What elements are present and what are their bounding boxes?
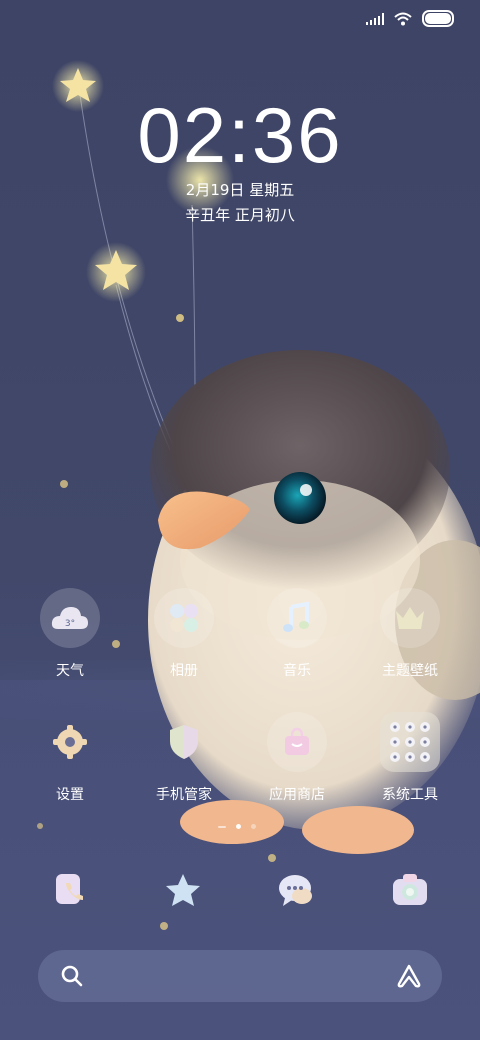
clock: 02:36 xyxy=(0,90,480,181)
page-dot-list[interactable] xyxy=(218,825,226,828)
gallery-icon xyxy=(154,588,214,648)
app-phone-manager[interactable]: 手机管家 xyxy=(129,712,239,804)
battery-icon xyxy=(422,10,454,27)
status-bar xyxy=(366,10,454,27)
lunar-date-text: 辛丑年 正月初八 xyxy=(185,206,295,224)
shopping-bag-icon xyxy=(267,712,327,772)
wifi-icon xyxy=(394,12,412,25)
weather-temp: 3° xyxy=(65,619,75,629)
tools-folder-icon xyxy=(380,712,440,772)
dock-messages[interactable] xyxy=(268,862,324,918)
gear-icon xyxy=(40,712,100,772)
app-label: 天气 xyxy=(56,663,84,679)
search-icon[interactable] xyxy=(60,964,84,988)
chat-bubble-icon xyxy=(279,875,312,906)
music-note-icon xyxy=(267,588,327,648)
app-label: 设置 xyxy=(56,787,84,803)
app-label: 相册 xyxy=(170,663,198,679)
dock-camera[interactable] xyxy=(382,862,438,918)
phone-icon xyxy=(56,874,83,904)
date-text: 2月19日 星期五 xyxy=(185,181,295,199)
page-dot-active[interactable] xyxy=(236,824,241,829)
app-system-tools-folder[interactable]: 系统工具 xyxy=(355,712,465,804)
dock-phone[interactable] xyxy=(42,862,98,918)
app-store[interactable]: 应用商店 xyxy=(242,712,352,804)
page-dot[interactable] xyxy=(251,824,256,829)
app-label: 主题壁纸 xyxy=(382,663,438,679)
shield-icon xyxy=(154,712,214,772)
app-themes[interactable]: 主题壁纸 xyxy=(355,588,465,680)
app-gallery[interactable]: 相册 xyxy=(129,588,239,680)
crown-icon xyxy=(380,588,440,648)
app-label: 音乐 xyxy=(283,663,311,679)
clock-time: 02:36 xyxy=(137,91,343,179)
weather-cloud-icon: 3° xyxy=(40,588,100,648)
dock-favorites[interactable] xyxy=(155,862,211,918)
star-icon xyxy=(166,874,200,906)
signal-icon xyxy=(366,12,384,25)
app-weather[interactable]: 3° 天气 xyxy=(15,588,125,680)
app-music[interactable]: 音乐 xyxy=(242,588,352,680)
camera-icon xyxy=(393,874,427,905)
app-label: 系统工具 xyxy=(382,787,438,803)
app-label: 手机管家 xyxy=(156,787,212,803)
search-bar[interactable] xyxy=(38,950,442,1002)
app-settings[interactable]: 设置 xyxy=(15,712,125,804)
page-indicator[interactable] xyxy=(218,824,256,829)
app-label: 应用商店 xyxy=(269,787,325,803)
assistant-icon[interactable] xyxy=(396,963,422,989)
home-screen: 02:36 2月19日 星期五 辛丑年 正月初八 3° 天气 相册 音乐 主题壁… xyxy=(0,0,480,1040)
